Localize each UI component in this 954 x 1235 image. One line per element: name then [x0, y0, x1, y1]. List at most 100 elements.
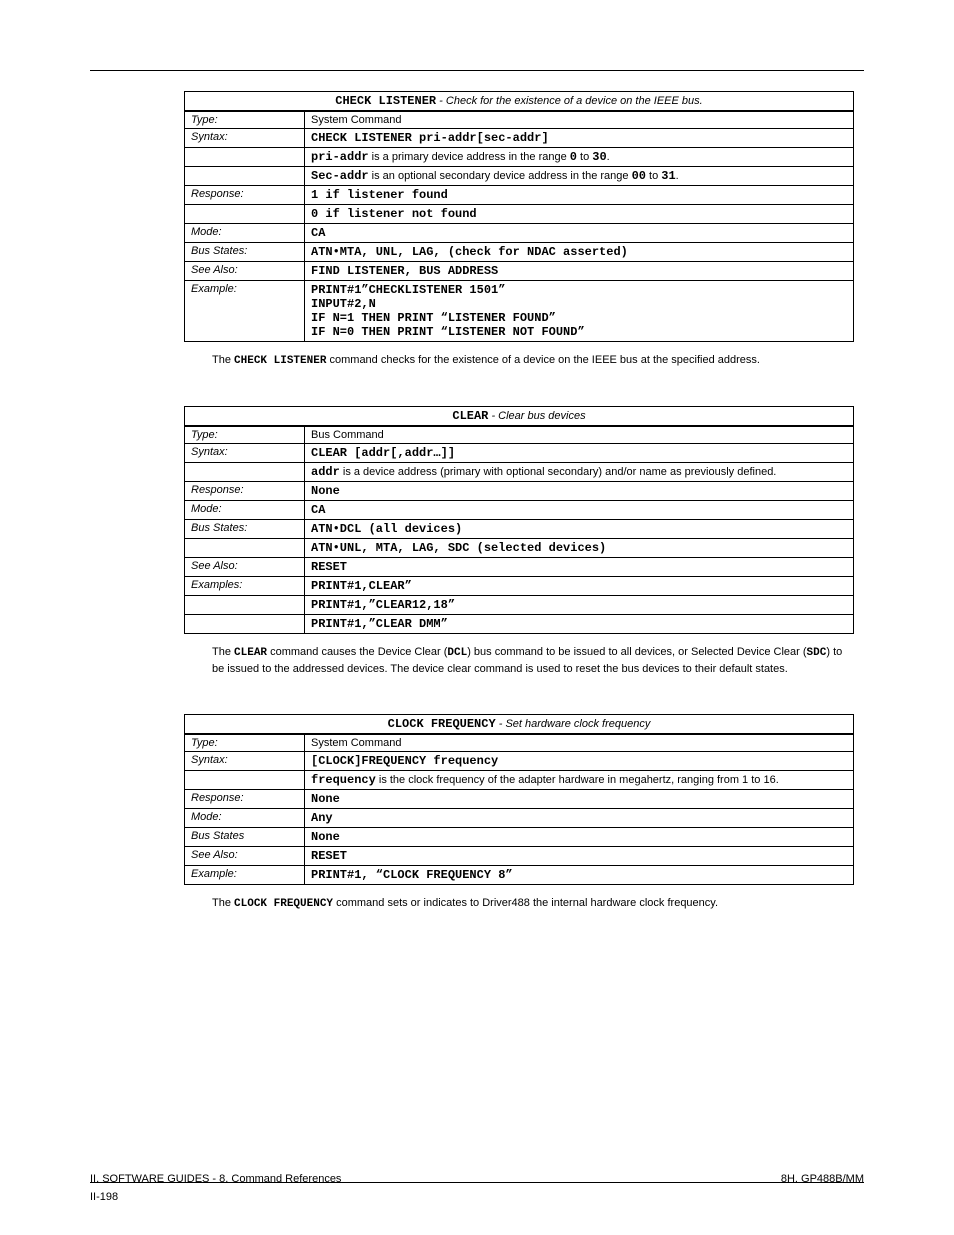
- check-listener-body: Type:System CommandSyntax:CHECK LISTENER…: [184, 111, 854, 342]
- table-row: ATN•UNL, MTA, LAG, SDC (selected devices…: [185, 538, 854, 557]
- row-label: Response:: [185, 789, 305, 808]
- table-row: 0 if listener not found: [185, 205, 854, 224]
- table-row: Sec-addr is an optional secondary device…: [185, 167, 854, 186]
- table-title-row: CHECK LISTENER - Check for the existence…: [185, 92, 854, 111]
- row-value: ATN•UNL, MTA, LAG, SDC (selected devices…: [305, 538, 854, 557]
- table-row: PRINT#1,”CLEAR DMM”: [185, 614, 854, 633]
- check-listener-table: CHECK LISTENER - Check for the existence…: [184, 91, 854, 111]
- row-label: Type:: [185, 734, 305, 751]
- table-row: pri-addr is a primary device address in …: [185, 148, 854, 167]
- table-row: Type:System Command: [185, 734, 854, 751]
- row-label: Examples:: [185, 576, 305, 595]
- clear-caption: The CLEAR command causes the Device Clea…: [212, 644, 852, 678]
- row-value: None: [305, 481, 854, 500]
- row-label: [185, 770, 305, 789]
- row-value: RESET: [305, 846, 854, 865]
- row-value: System Command: [305, 734, 854, 751]
- table-row: Examples:PRINT#1,CLEAR”: [185, 576, 854, 595]
- table-title-row: CLOCK FREQUENCY - Set hardware clock fre…: [185, 714, 854, 733]
- row-label: Mode:: [185, 224, 305, 243]
- row-value: Bus Command: [305, 426, 854, 443]
- table-row: Mode:CA: [185, 224, 854, 243]
- row-label: Bus States:: [185, 519, 305, 538]
- row-value: None: [305, 789, 854, 808]
- row-label: Type:: [185, 426, 305, 443]
- row-value: RESET: [305, 557, 854, 576]
- row-label: Bus States:: [185, 243, 305, 262]
- row-label: Response:: [185, 186, 305, 205]
- row-label: [185, 148, 305, 167]
- table-row: See Also:RESET: [185, 846, 854, 865]
- footer-right-label: 8H. GP488B/MM: [781, 1173, 864, 1185]
- row-label: [185, 167, 305, 186]
- row-label: Mode:: [185, 808, 305, 827]
- row-label: See Also:: [185, 557, 305, 576]
- table-title: CLEAR - Clear bus devices: [185, 406, 854, 425]
- table-title: CHECK LISTENER - Check for the existence…: [185, 92, 854, 111]
- table-row: See Also:RESET: [185, 557, 854, 576]
- row-label: [185, 595, 305, 614]
- row-value: addr is a device address (primary with o…: [305, 462, 854, 481]
- clock-frequency-body: Type:System CommandSyntax:[CLOCK]FREQUEN…: [184, 734, 854, 885]
- table-row: Bus States:ATN•DCL (all devices): [185, 519, 854, 538]
- footer-left-label: II. SOFTWARE GUIDES - 8. Command Referen…: [90, 1173, 341, 1185]
- table-row: addr is a device address (primary with o…: [185, 462, 854, 481]
- row-value: ATN•DCL (all devices): [305, 519, 854, 538]
- row-value: frequency is the clock frequency of the …: [305, 770, 854, 789]
- table-title-row: CLEAR - Clear bus devices: [185, 406, 854, 425]
- row-label: Example:: [185, 281, 305, 342]
- row-value: None: [305, 827, 854, 846]
- clear-table: CLEAR - Clear bus devices: [184, 406, 854, 426]
- table-row: Response:None: [185, 481, 854, 500]
- clock-frequency-caption: The CLOCK FREQUENCY command sets or indi…: [212, 895, 852, 913]
- table-row: PRINT#1,”CLEAR12,18”: [185, 595, 854, 614]
- row-label: Syntax:: [185, 443, 305, 462]
- table-row: Mode:CA: [185, 500, 854, 519]
- row-label: [185, 205, 305, 224]
- row-value: System Command: [305, 112, 854, 129]
- check-listener-caption: The CHECK LISTENER command checks for th…: [212, 352, 852, 370]
- row-value: CLEAR [addr[,addr…]]: [305, 443, 854, 462]
- row-label: [185, 614, 305, 633]
- row-value: ATN•MTA, UNL, LAG, (check for NDAC asser…: [305, 243, 854, 262]
- row-value: 1 if listener found: [305, 186, 854, 205]
- table-row: Syntax:[CLOCK]FREQUENCY frequency: [185, 751, 854, 770]
- row-label: Example:: [185, 865, 305, 884]
- table-row: Response:None: [185, 789, 854, 808]
- row-label: Syntax:: [185, 751, 305, 770]
- document-page: CHECK LISTENER - Check for the existence…: [0, 0, 954, 1235]
- table-row: Bus States:ATN•MTA, UNL, LAG, (check for…: [185, 243, 854, 262]
- row-value: PRINT#1”CHECKLISTENER 1501”INPUT#2,NIF N…: [305, 281, 854, 342]
- page-number: II-198: [90, 1191, 864, 1203]
- row-label: Type:: [185, 112, 305, 129]
- top-horizontal-rule: [90, 70, 864, 71]
- table-row: Response:1 if listener found: [185, 186, 854, 205]
- table-row: Syntax:CLEAR [addr[,addr…]]: [185, 443, 854, 462]
- table-title: CLOCK FREQUENCY - Set hardware clock fre…: [185, 714, 854, 733]
- row-label: Syntax:: [185, 129, 305, 148]
- row-value: CA: [305, 224, 854, 243]
- row-value: CA: [305, 500, 854, 519]
- row-value: PRINT#1,”CLEAR DMM”: [305, 614, 854, 633]
- row-value: FIND LISTENER, BUS ADDRESS: [305, 262, 854, 281]
- row-value: 0 if listener not found: [305, 205, 854, 224]
- table-row: Mode:Any: [185, 808, 854, 827]
- page-footer: II. SOFTWARE GUIDES - 8. Command Referen…: [90, 1173, 864, 1203]
- clear-body: Type:Bus CommandSyntax:CLEAR [addr[,addr…: [184, 426, 854, 634]
- row-label: Response:: [185, 481, 305, 500]
- row-value: CHECK LISTENER pri-addr[sec-addr]: [305, 129, 854, 148]
- table-row: Example:PRINT#1, “CLOCK FREQUENCY 8”: [185, 865, 854, 884]
- table-row: frequency is the clock frequency of the …: [185, 770, 854, 789]
- row-value: Any: [305, 808, 854, 827]
- row-value: PRINT#1,CLEAR”: [305, 576, 854, 595]
- table-row: See Also:FIND LISTENER, BUS ADDRESS: [185, 262, 854, 281]
- row-label: See Also:: [185, 846, 305, 865]
- row-value: Sec-addr is an optional secondary device…: [305, 167, 854, 186]
- table-row: Type:System Command: [185, 112, 854, 129]
- row-label: [185, 538, 305, 557]
- table-row: Syntax:CHECK LISTENER pri-addr[sec-addr]: [185, 129, 854, 148]
- row-value: pri-addr is a primary device address in …: [305, 148, 854, 167]
- row-label: Bus States: [185, 827, 305, 846]
- row-label: [185, 462, 305, 481]
- table-row: Type:Bus Command: [185, 426, 854, 443]
